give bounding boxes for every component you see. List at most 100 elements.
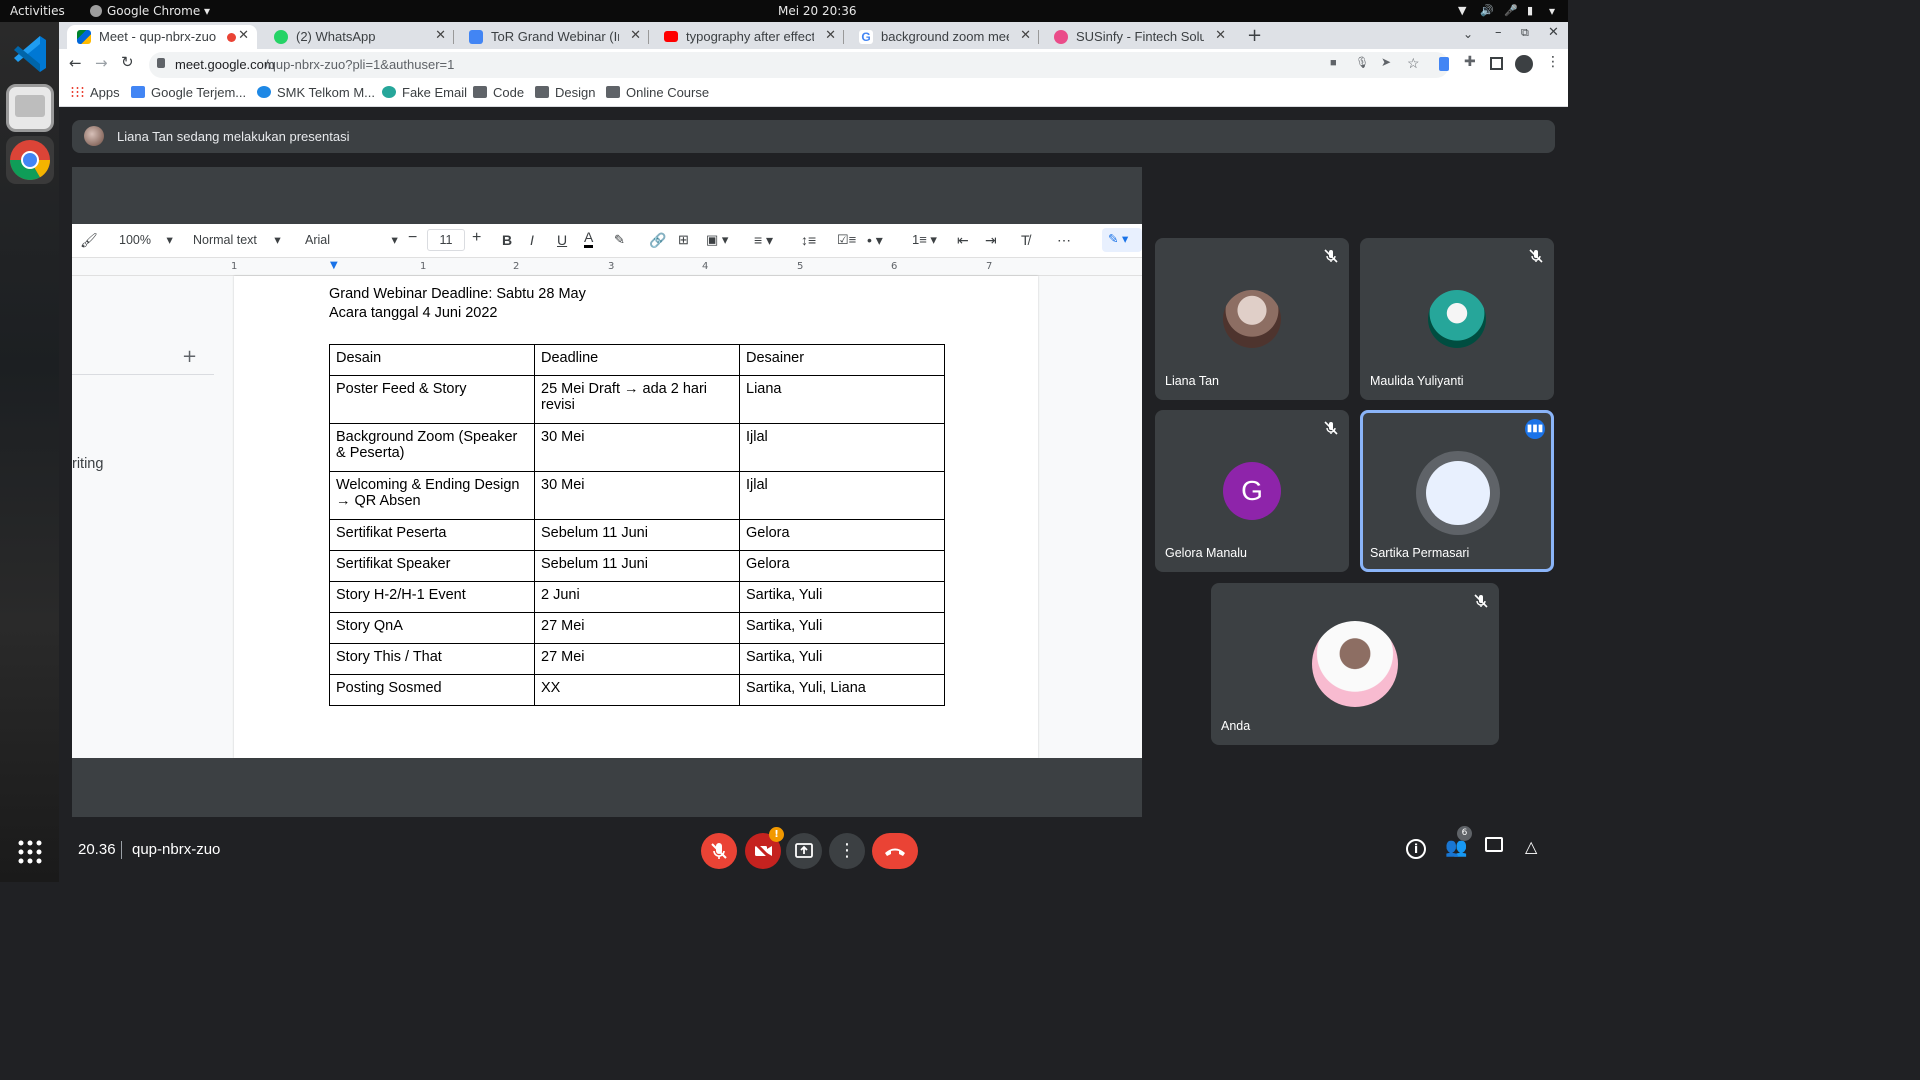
style-select[interactable]: Normal text ▾ bbox=[193, 232, 281, 247]
extension-docs-icon[interactable] bbox=[1439, 57, 1449, 71]
editing-mode-button[interactable]: ✎ ▾ bbox=[1102, 228, 1142, 252]
restore-button[interactable]: ⧉ bbox=[1521, 26, 1529, 40]
tab-search-chevron-icon[interactable]: ⌄ bbox=[1463, 27, 1473, 41]
chrome-menu-icon[interactable]: ⋮ bbox=[1546, 54, 1560, 70]
presentation-view[interactable]: 🖌 100% ▾ Normal text ▾ Arial ▾ − 11 + B … bbox=[72, 167, 1142, 817]
app-menu[interactable]: Google Chrome ▾ bbox=[107, 4, 210, 18]
italic-icon[interactable]: I bbox=[530, 232, 534, 248]
bookmark-folder-online-course[interactable]: Online Course bbox=[606, 85, 709, 100]
table-cell: Sartika, Yuli bbox=[739, 581, 945, 613]
add-comment-icon[interactable]: ⊞ bbox=[678, 232, 689, 248]
close-tab-icon[interactable]: ✕ bbox=[1215, 28, 1226, 43]
whatsapp-icon bbox=[274, 30, 288, 44]
tab-meet[interactable]: Meet - qup-nbrx-zuo ✕ bbox=[67, 25, 257, 49]
font-select[interactable]: Arial ▾ bbox=[305, 232, 398, 247]
more-icon[interactable]: ⋯ bbox=[1057, 232, 1071, 249]
increase-indent-icon[interactable]: ⇥ bbox=[985, 232, 997, 249]
minimize-button[interactable]: – bbox=[1495, 25, 1502, 40]
youtube-icon bbox=[664, 31, 678, 42]
insert-link-icon[interactable]: 🔗 bbox=[649, 232, 666, 249]
close-tab-icon[interactable]: ✕ bbox=[238, 28, 249, 43]
participant-tile[interactable]: Liana Tan bbox=[1155, 238, 1349, 400]
mic-icon[interactable]: 🎤 bbox=[1504, 4, 1518, 17]
participant-tile-self[interactable]: Anda bbox=[1211, 583, 1499, 745]
paint-format-icon[interactable]: 🖌 bbox=[80, 232, 98, 249]
chat-icon[interactable] bbox=[1485, 837, 1503, 852]
participant-tile[interactable]: Maulida Yuliyanti bbox=[1360, 238, 1554, 400]
vscode-icon[interactable] bbox=[6, 30, 54, 78]
outline-item[interactable]: riting bbox=[72, 456, 103, 472]
bulleted-list-icon[interactable]: • ▾ bbox=[867, 232, 883, 249]
tab-docs[interactable]: ToR Grand Webinar (Indo ✕ bbox=[459, 25, 649, 49]
camera-indicator-icon[interactable]: ■ bbox=[1330, 57, 1337, 69]
underline-icon[interactable]: U bbox=[557, 232, 567, 248]
tab-dribbble[interactable]: SUSinfy - Fintech Solution ✕ bbox=[1044, 25, 1234, 49]
more-options-button[interactable]: ⋮ bbox=[829, 833, 865, 869]
participant-tile-speaking[interactable]: ▮▮▮ Sartika Permasari bbox=[1360, 410, 1554, 572]
document-page[interactable]: Grand Webinar Deadline: Sabtu 28 May Aca… bbox=[234, 276, 1038, 758]
font-size-input[interactable]: 11 bbox=[427, 229, 465, 251]
lock-icon[interactable] bbox=[157, 58, 165, 68]
activities-button[interactable]: Activities bbox=[10, 4, 65, 18]
participant-tile[interactable]: G Gelora Manalu bbox=[1155, 410, 1349, 572]
files-icon[interactable] bbox=[6, 84, 54, 132]
clear-formatting-icon[interactable]: T̸ bbox=[1021, 232, 1030, 248]
battery-icon[interactable]: ▮ bbox=[1527, 4, 1533, 17]
wifi-icon[interactable]: ▼ bbox=[1458, 4, 1466, 17]
close-window-button[interactable]: ✕ bbox=[1548, 25, 1559, 40]
indent-marker-icon[interactable]: ▼ bbox=[330, 260, 338, 271]
text-color-icon[interactable]: A bbox=[584, 229, 594, 248]
back-icon[interactable]: ← bbox=[69, 54, 82, 72]
close-tab-icon[interactable]: ✕ bbox=[1020, 28, 1031, 43]
chrome-icon[interactable] bbox=[6, 136, 54, 184]
volume-icon[interactable]: 🔊 bbox=[1480, 4, 1494, 17]
system-clock[interactable]: Mei 20 20:36 bbox=[778, 4, 857, 18]
new-tab-button[interactable]: + bbox=[1247, 25, 1262, 46]
microphone-toggle-button[interactable] bbox=[701, 833, 737, 869]
close-tab-icon[interactable]: ✕ bbox=[825, 28, 836, 43]
tab-google-search[interactable]: G background zoom meetin ✕ bbox=[849, 25, 1039, 49]
activities-shapes-icon[interactable]: △ bbox=[1525, 837, 1537, 856]
mic-blocked-icon[interactable]: 🎙 bbox=[1355, 56, 1369, 69]
line-spacing-icon[interactable]: ↕≡ bbox=[801, 232, 816, 248]
tab-whatsapp[interactable]: (2) WhatsApp ✕ bbox=[264, 25, 454, 49]
bookmark-fake-email[interactable]: Fake Email bbox=[382, 85, 467, 100]
tab-youtube[interactable]: typography after effects t ✕ bbox=[654, 25, 844, 49]
table-cell: Welcoming & Ending Design → QR Absen bbox=[329, 471, 535, 520]
table-header-row: Desain Deadline Desainer bbox=[329, 344, 945, 376]
bookmark-folder-design[interactable]: Design bbox=[535, 85, 595, 100]
forward-icon[interactable]: → bbox=[95, 54, 108, 72]
numbered-list-icon[interactable]: 1≡ ▾ bbox=[912, 232, 937, 248]
bold-icon[interactable]: B bbox=[502, 232, 512, 248]
present-screen-button[interactable] bbox=[786, 833, 822, 869]
table-cell: Posting Sosmed bbox=[329, 674, 535, 706]
close-tab-icon[interactable]: ✕ bbox=[630, 28, 641, 43]
highlight-icon[interactable]: ✎ bbox=[614, 232, 625, 248]
meeting-details-info-icon[interactable]: i bbox=[1406, 839, 1426, 859]
side-panel-icon[interactable] bbox=[1490, 57, 1503, 70]
address-bar[interactable]: meet.google.com /qup-nbrx-zuo?pli=1&auth… bbox=[149, 52, 1449, 78]
increase-font-size-button[interactable]: + bbox=[472, 229, 481, 247]
camera-toggle-button[interactable]: ! bbox=[745, 827, 784, 869]
bookmark-star-icon[interactable]: ☆ bbox=[1407, 55, 1420, 72]
reload-icon[interactable]: ↻ bbox=[121, 53, 134, 71]
align-icon[interactable]: ≡ ▾ bbox=[754, 232, 773, 249]
checklist-icon[interactable]: ☑≡ bbox=[837, 232, 856, 248]
bookmark-smk-telkom[interactable]: SMK Telkom M... bbox=[257, 85, 375, 100]
table-cell: Liana bbox=[739, 375, 945, 424]
system-menu-chevron-icon[interactable]: ▾ bbox=[1549, 4, 1555, 18]
bookmark-folder-code[interactable]: Code bbox=[473, 85, 524, 100]
bookmark-google-translate[interactable]: Google Terjem... bbox=[131, 85, 246, 100]
decrease-font-size-button[interactable]: − bbox=[408, 229, 417, 247]
add-tab-icon[interactable]: + bbox=[182, 346, 197, 367]
zoom-select[interactable]: 100% ▾ bbox=[119, 232, 173, 247]
bookmark-apps[interactable]: Apps bbox=[70, 85, 120, 100]
profile-avatar[interactable] bbox=[1515, 55, 1533, 73]
show-applications-icon[interactable] bbox=[18, 840, 42, 864]
leave-call-button[interactable] bbox=[872, 833, 918, 869]
insert-image-icon[interactable]: ▣ ▾ bbox=[706, 232, 728, 248]
close-tab-icon[interactable]: ✕ bbox=[435, 28, 446, 43]
extensions-puzzle-icon[interactable]: ✚ bbox=[1464, 54, 1476, 70]
decrease-indent-icon[interactable]: ⇤ bbox=[957, 232, 969, 249]
send-icon[interactable]: ➤ bbox=[1381, 55, 1391, 69]
